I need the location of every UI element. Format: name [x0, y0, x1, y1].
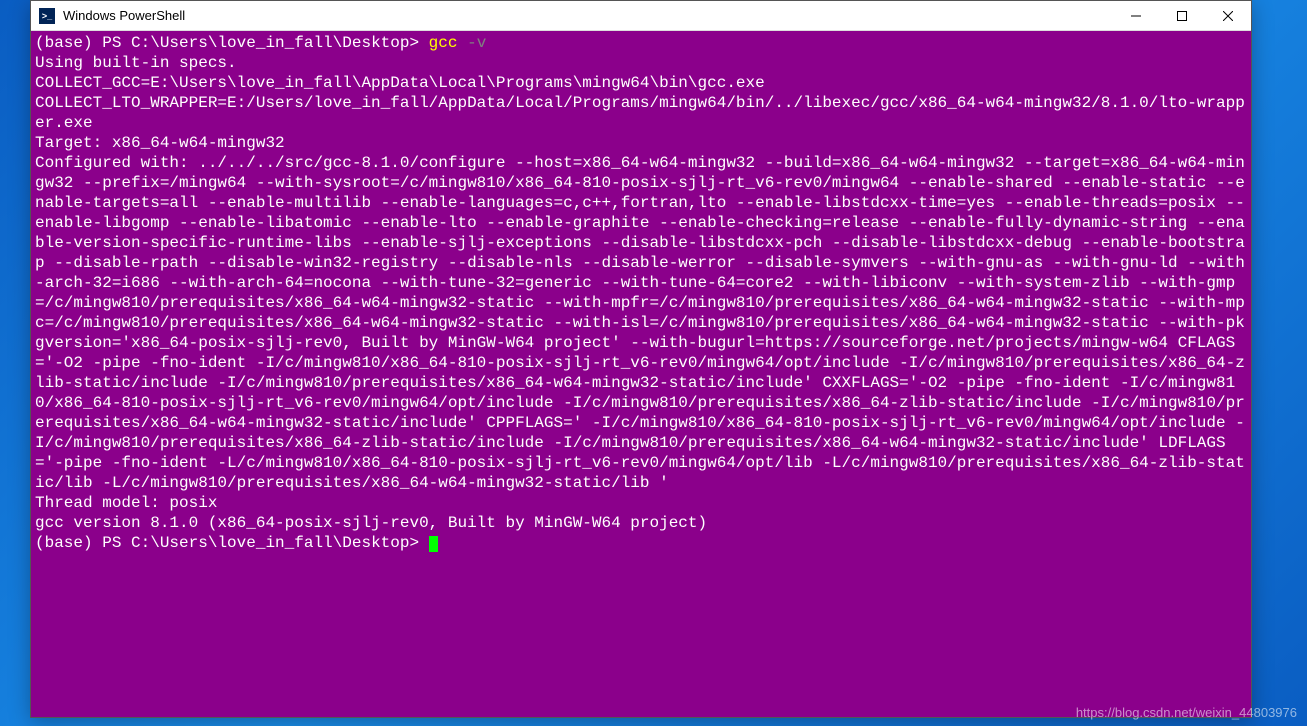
prompt-env: (base)	[35, 534, 102, 552]
prompt-path: PS C:\Users\love_in_fall\Desktop>	[102, 34, 428, 52]
watermark-text: https://blog.csdn.net/weixin_44803976	[1076, 705, 1297, 720]
window-controls	[1113, 1, 1251, 30]
minimize-button[interactable]	[1113, 1, 1159, 30]
output-line: Thread model: posix	[35, 494, 217, 512]
output-line: Using built-in specs.	[35, 54, 237, 72]
prompt-env: (base)	[35, 34, 102, 52]
cursor-icon	[429, 536, 438, 552]
powershell-icon: >_	[39, 8, 55, 24]
command-text: gcc	[429, 34, 458, 52]
close-button[interactable]	[1205, 1, 1251, 30]
prompt-path: PS C:\Users\love_in_fall\Desktop>	[102, 534, 428, 552]
output-line: Configured with: ../../../src/gcc-8.1.0/…	[35, 154, 1245, 492]
output-line: gcc version 8.1.0 (x86_64-posix-sjlj-rev…	[35, 514, 707, 532]
terminal-output[interactable]: (base) PS C:\Users\love_in_fall\Desktop>…	[31, 31, 1251, 717]
output-line: COLLECT_LTO_WRAPPER=E:/Users/love_in_fal…	[35, 94, 1245, 132]
maximize-button[interactable]	[1159, 1, 1205, 30]
output-line: Target: x86_64-w64-mingw32	[35, 134, 285, 152]
command-option: -v	[457, 34, 486, 52]
titlebar[interactable]: >_ Windows PowerShell	[31, 1, 1251, 31]
powershell-window: >_ Windows PowerShell (base) PS C:\Users…	[30, 0, 1252, 718]
window-title: Windows PowerShell	[63, 8, 1113, 23]
output-line: COLLECT_GCC=E:\Users\love_in_fall\AppDat…	[35, 74, 765, 92]
